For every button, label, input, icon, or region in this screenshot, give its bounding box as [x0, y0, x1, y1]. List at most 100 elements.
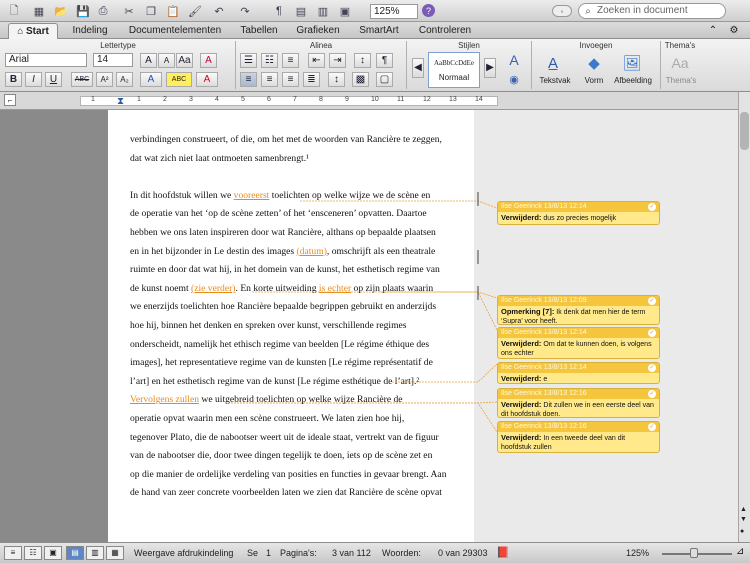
shading-button[interactable]: ▩: [352, 72, 369, 87]
tab-tabellen[interactable]: Tabellen: [234, 23, 284, 39]
numbering-button[interactable]: ☷: [261, 53, 278, 68]
underline-button[interactable]: U: [45, 72, 62, 87]
print-icon[interactable]: ⎙: [94, 3, 112, 19]
textbox-icon[interactable]: A̲: [540, 53, 566, 73]
save-icon[interactable]: 💾: [74, 3, 92, 19]
style-normal-tile[interactable]: AaBbCcDdEe Normaal: [428, 52, 480, 88]
multilevel-button[interactable]: ≡: [282, 53, 299, 68]
font-size-select[interactable]: 14: [93, 53, 133, 67]
case-button[interactable]: Aa: [176, 53, 193, 68]
scroll-up-icon[interactable]: ▲: [740, 506, 747, 513]
open-icon[interactable]: 📂: [52, 3, 70, 19]
comment-balloon[interactable]: Ilse Geerinck 13/8/13 12:14 ✓ Verwijderd: …: [497, 327, 660, 359]
new-doc-icon[interactable]: 🗋: [4, 3, 24, 19]
media-icon[interactable]: ▣: [336, 3, 354, 19]
clear-format-button[interactable]: A: [200, 53, 217, 68]
font-name-select[interactable]: Arial: [5, 53, 87, 67]
tab-grafieken[interactable]: Grafieken: [290, 23, 346, 39]
resize-grip-icon[interactable]: ⊿: [736, 546, 744, 557]
comment-balloon[interactable]: Ilse Geerinck 13/8/13 12:14 ✓ Verwijderd: …: [497, 201, 660, 225]
picture-button[interactable]: Afbeelding: [610, 76, 656, 85]
italic-button[interactable]: I: [25, 72, 42, 87]
line-spacing-button[interactable]: ↕: [328, 72, 345, 87]
tab-indeling[interactable]: Indeling: [66, 23, 114, 39]
themes-button[interactable]: Thema's: [664, 76, 698, 85]
styles-pane-icon[interactable]: A: [502, 51, 526, 69]
comment-balloon[interactable]: Ilse Geerinck 13/8/13 12:16 ✓ Verwijderd: …: [497, 388, 660, 418]
shape-button[interactable]: Vorm: [578, 76, 610, 85]
text-effects-button[interactable]: A: [140, 72, 162, 87]
picture-icon[interactable]: 🖼: [620, 53, 644, 73]
align-center-button[interactable]: ≡: [261, 72, 278, 87]
strikethrough-button[interactable]: ABC: [71, 72, 93, 87]
format-painter-icon[interactable]: 🖌: [186, 3, 204, 19]
bullets-button[interactable]: ☰: [240, 53, 257, 68]
indent-marker-icon[interactable]: ⧗: [117, 96, 124, 107]
gear-icon[interactable]: ⚙: [724, 23, 744, 39]
print-layout-view-icon[interactable]: ▤: [66, 546, 84, 560]
publishing-view-icon[interactable]: ▣: [44, 546, 62, 560]
grow-font-button[interactable]: A: [140, 53, 157, 68]
justify-button[interactable]: ≣: [303, 72, 320, 87]
words-value[interactable]: 0 van 29303: [438, 548, 488, 558]
sort-button[interactable]: ↕: [354, 53, 371, 68]
align-left-button[interactable]: ≡: [240, 72, 257, 87]
zoom-select[interactable]: 125%: [370, 4, 418, 19]
comment-balloon[interactable]: Ilse Geerinck 13/8/13 12:09 ✓ Opmerking [7…: [497, 295, 660, 325]
horizontal-ruler[interactable]: 1 ⧗ 1 2 3 4 5 6 7 8 9 10 11 12 13 14: [80, 96, 498, 107]
accept-icon[interactable]: ✓: [648, 364, 656, 372]
pilcrow-icon[interactable]: ¶: [272, 3, 286, 19]
pilcrow-toggle-button[interactable]: ¶: [376, 53, 393, 68]
table-icon[interactable]: ▤: [292, 3, 310, 19]
tab-smartart[interactable]: SmartArt: [352, 23, 406, 39]
draft-view-icon[interactable]: ≡: [4, 546, 22, 560]
browse-object-icon[interactable]: ●: [740, 528, 744, 535]
accept-icon[interactable]: ✓: [648, 297, 656, 305]
tab-start[interactable]: ⌂ Start: [8, 23, 58, 39]
tab-controleren[interactable]: Controleren: [412, 23, 478, 39]
columns-icon[interactable]: ▥: [314, 3, 332, 19]
highlight-button[interactable]: ABC: [166, 72, 192, 87]
pages-value[interactable]: 3 van 112: [332, 548, 371, 558]
vertical-scrollbar[interactable]: ▲ ▼ ●: [738, 92, 750, 542]
align-right-button[interactable]: ≡: [282, 72, 299, 87]
textbox-button[interactable]: Tekstvak: [536, 76, 574, 85]
help-icon[interactable]: ?: [422, 4, 435, 17]
outline-view-icon[interactable]: ☷: [24, 546, 42, 560]
bold-button[interactable]: B: [5, 72, 22, 87]
shrink-font-button[interactable]: A: [158, 53, 175, 68]
superscript-button[interactable]: A²: [96, 72, 113, 87]
scroll-down-icon[interactable]: ▼: [740, 516, 747, 523]
styles-next-button[interactable]: ▶: [484, 58, 496, 78]
tab-documentelementen[interactable]: Documentelementen: [120, 23, 230, 39]
comment-balloon[interactable]: Ilse Geerinck 13/8/13 12:16 ✓ Verwijderd: …: [497, 421, 660, 453]
spelling-status-icon[interactable]: 📕: [496, 546, 510, 559]
redo-icon[interactable]: ↷: [234, 3, 256, 19]
increase-indent-button[interactable]: ⇥: [329, 53, 346, 68]
toggle-toolbar-icon[interactable]: ◦: [552, 5, 572, 17]
comment-balloon[interactable]: Ilse Geerinck 13/8/13 12:14 ✓ Verwijderd: …: [497, 362, 660, 384]
accept-icon[interactable]: ✓: [648, 203, 656, 211]
search-input[interactable]: Zoeken in document: [578, 3, 726, 19]
copy-icon[interactable]: ❐: [142, 3, 160, 19]
font-color-button[interactable]: A: [196, 72, 218, 87]
decrease-indent-button[interactable]: ⇤: [308, 53, 325, 68]
scroll-thumb[interactable]: [740, 112, 749, 150]
notebook-view-icon[interactable]: ▥: [86, 546, 104, 560]
collapse-ribbon-icon[interactable]: ⌃: [706, 23, 720, 39]
borders-button[interactable]: ▢: [376, 72, 393, 87]
undo-icon[interactable]: ↶: [208, 3, 230, 19]
shape-icon[interactable]: ◆: [582, 53, 606, 73]
paste-icon[interactable]: 📋: [164, 3, 182, 19]
tab-stop-icon[interactable]: ⌐: [4, 94, 16, 106]
accept-icon[interactable]: ✓: [648, 390, 656, 398]
gallery-icon[interactable]: ▦: [30, 3, 48, 19]
focus-view-icon[interactable]: ▦: [106, 546, 124, 560]
cut-icon[interactable]: ✂: [120, 3, 138, 19]
subscript-button[interactable]: A₂: [116, 72, 133, 87]
zoom-slider-thumb[interactable]: [690, 548, 698, 558]
accept-icon[interactable]: ✓: [648, 423, 656, 431]
styles-prev-button[interactable]: ◀: [412, 58, 424, 78]
styles-gallery-icon[interactable]: ◉: [502, 71, 526, 87]
accept-icon[interactable]: ✓: [648, 329, 656, 337]
